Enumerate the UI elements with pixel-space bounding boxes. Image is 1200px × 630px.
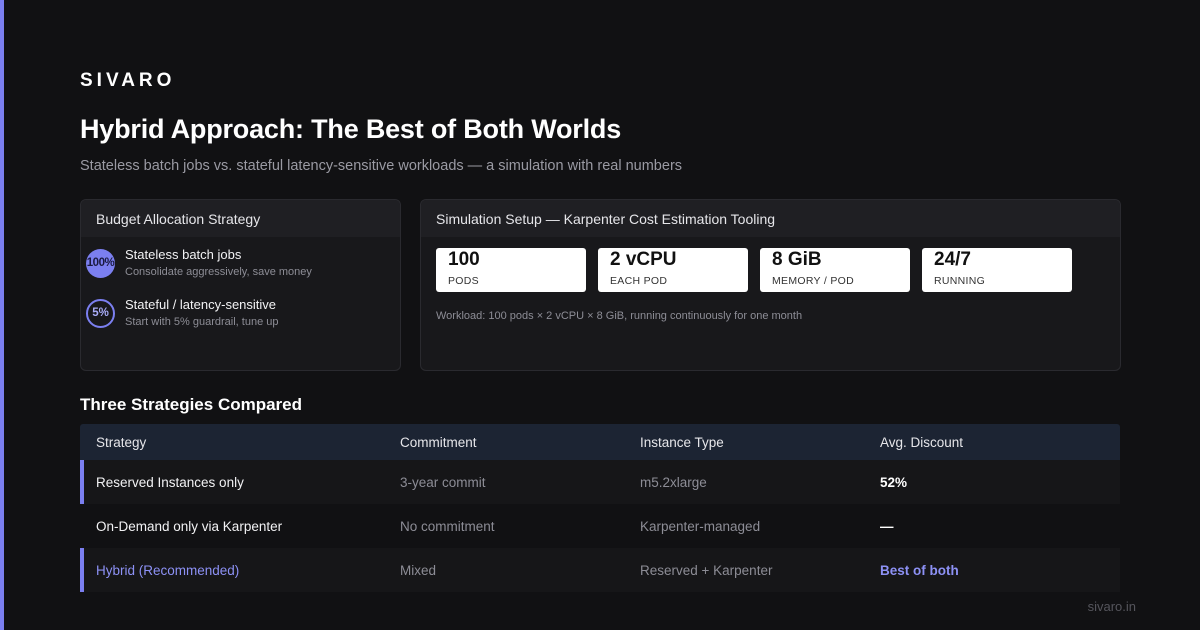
- table-row: Reserved Instances only 3-year commit m5…: [80, 460, 1120, 504]
- cell-instance-type: Reserved + Karpenter: [640, 562, 773, 578]
- budget-item-desc: Consolidate aggressively, save money: [125, 266, 312, 278]
- stat-value: 24/7: [934, 249, 971, 270]
- stat-card-running: 24/7 RUNNING: [922, 248, 1072, 292]
- table-header: Strategy Commitment Instance Type Avg. D…: [80, 424, 1120, 460]
- stat-label: EACH POD: [610, 275, 668, 287]
- column-header-instance-type: Instance Type: [640, 434, 724, 450]
- workload-note: Workload: 100 pods × 2 vCPU × 8 GiB, run…: [436, 310, 803, 322]
- stat-value: 2 vCPU: [610, 249, 677, 270]
- row-highlight-bar: [80, 460, 84, 504]
- simulation-panel: Simulation Setup — Karpenter Cost Estima…: [420, 199, 1121, 371]
- cell-instance-type: Karpenter-managed: [640, 518, 761, 534]
- page-title: Hybrid Approach: The Best of Both Worlds: [80, 114, 622, 144]
- table-row: On-Demand only via Karpenter No commitme…: [80, 504, 1120, 548]
- column-header-discount: Avg. Discount: [880, 434, 964, 450]
- stat-value: 100: [448, 249, 480, 270]
- cell-commitment: 3-year commit: [400, 474, 486, 490]
- budget-panel-heading: Budget Allocation Strategy: [81, 200, 400, 237]
- budget-item-desc: Start with 5% guardrail, tune up: [125, 316, 279, 328]
- column-header-commitment: Commitment: [400, 434, 477, 450]
- cell-discount: —: [880, 518, 894, 534]
- cell-commitment: No commitment: [400, 518, 495, 534]
- strategy-table: Strategy Commitment Instance Type Avg. D…: [80, 424, 1120, 592]
- cell-strategy: On-Demand only via Karpenter: [96, 518, 283, 534]
- cell-instance-type: m5.2xlarge: [640, 474, 707, 490]
- simulation-panel-heading: Simulation Setup — Karpenter Cost Estima…: [421, 200, 1120, 237]
- cell-discount: 52%: [880, 474, 908, 490]
- stat-label: MEMORY / POD: [772, 275, 854, 287]
- budget-badge-100: 100%: [86, 248, 115, 278]
- stat-label: RUNNING: [934, 275, 986, 287]
- cell-discount: Best of both: [880, 562, 959, 578]
- budget-item-stateless: 100% Stateless batch jobs Consolidate ag…: [86, 246, 312, 280]
- stat-label: PODS: [448, 275, 479, 287]
- budget-badge-5: 5%: [86, 298, 115, 328]
- footer-url: sivaro.in: [1087, 599, 1136, 614]
- accent-bar: [0, 0, 4, 630]
- column-header-strategy: Strategy: [96, 434, 147, 450]
- stat-card-memory: 8 GiB MEMORY / POD: [760, 248, 910, 292]
- comparison-heading: Three Strategies Compared: [80, 395, 303, 414]
- row-highlight-bar: [80, 548, 84, 592]
- cell-commitment: Mixed: [400, 562, 437, 578]
- brand-logo: SIVARO: [80, 70, 176, 91]
- stat-card-vcpu: 2 vCPU EACH POD: [598, 248, 748, 292]
- budget-item-stateful: 5% Stateful / latency-sensitive Start wi…: [86, 296, 278, 330]
- table-row: Hybrid (Recommended) Mixed Reserved + Ka…: [80, 548, 1120, 592]
- budget-item-title: Stateful / latency-sensitive: [125, 297, 277, 312]
- cell-strategy: Hybrid (Recommended): [96, 562, 240, 578]
- budget-panel: Budget Allocation Strategy 100% Stateles…: [80, 199, 401, 371]
- stat-value: 8 GiB: [772, 249, 822, 270]
- stat-cards: 100 PODS 2 vCPU EACH POD 8 GiB MEMORY / …: [436, 248, 1072, 292]
- cell-strategy: Reserved Instances only: [96, 474, 244, 490]
- budget-item-title: Stateless batch jobs: [125, 247, 242, 262]
- stat-card-pods: 100 PODS: [436, 248, 586, 292]
- page-subtitle: Stateless batch jobs vs. stateful latenc…: [80, 158, 683, 174]
